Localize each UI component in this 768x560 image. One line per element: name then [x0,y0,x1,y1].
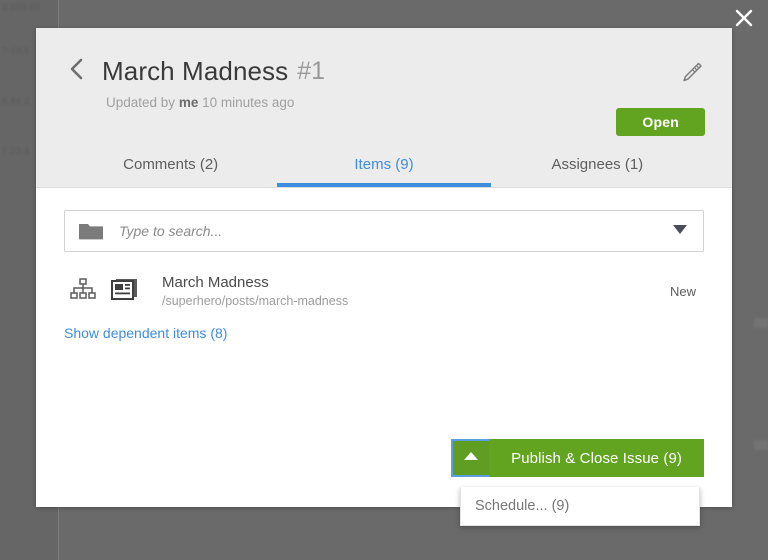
publish-dropdown-menu: Schedule... (9) [460,487,700,526]
pencil-icon [678,62,704,90]
title-row: March Madness #1 [36,28,732,87]
item-title: March Madness [162,274,269,291]
screen: 3.159.69 7-49.5 8.44.2 7.23.4 March Madn… [0,0,768,560]
folder-icon [65,220,117,242]
item-path: /superhero/posts/march-madness [162,294,349,308]
background-text-line: 7-49.5 [2,46,30,56]
search-row [64,210,704,252]
menu-item-schedule[interactable]: Schedule... (9) [461,487,699,525]
background-fragment [754,318,768,328]
updated-suffix: 10 minutes ago [202,95,295,110]
page-title: March Madness [102,56,289,86]
close-button[interactable] [728,2,760,34]
tab-bar: Comments (2) Items (9) Assignees (1) [64,147,704,187]
background-text-line: 3.159.69 [2,2,41,12]
background-fragment [754,440,768,450]
tab-assignees[interactable]: Assignees (1) [491,147,704,187]
show-dependent-items-link[interactable]: Show dependent items (8) [64,325,227,341]
tab-comments[interactable]: Comments (2) [64,147,277,187]
tab-items[interactable]: Items (9) [277,147,491,187]
item-text: March Madness /superhero/posts/march-mad… [140,274,670,308]
close-icon [734,8,754,28]
background-text-line: 7.23.4 [2,146,30,156]
publish-split-button: Publish & Close Issue (9) [451,439,704,477]
sitemap-icon [70,277,96,306]
page-icon [110,276,140,307]
back-button[interactable] [64,57,90,87]
modal-body: March Madness /superhero/posts/march-mad… [36,188,732,506]
list-item[interactable]: March Madness /superhero/posts/march-mad… [64,274,704,308]
updated-prefix: Updated by [106,95,176,110]
issue-number: #1 [297,57,326,85]
issue-detail-modal: March Madness #1 Updated by me 10 minute… [36,28,732,507]
edit-button[interactable] [678,60,704,91]
background-text-line: 8.44.2 [2,96,30,106]
caret-down-icon [672,222,688,240]
search-input[interactable] [117,222,669,240]
chevron-left-icon [68,57,86,86]
modal-header: March Madness #1 Updated by me 10 minute… [36,28,732,188]
caret-up-icon [463,449,479,467]
search-dropdown-button[interactable] [669,222,691,240]
item-status: New [669,283,696,299]
status-badge[interactable]: Open [616,108,705,136]
publish-dropdown-toggle[interactable] [451,439,490,477]
updated-user: me [178,95,199,110]
publish-close-issue-button[interactable]: Publish & Close Issue (9) [489,439,704,477]
item-icon-group [64,276,140,307]
